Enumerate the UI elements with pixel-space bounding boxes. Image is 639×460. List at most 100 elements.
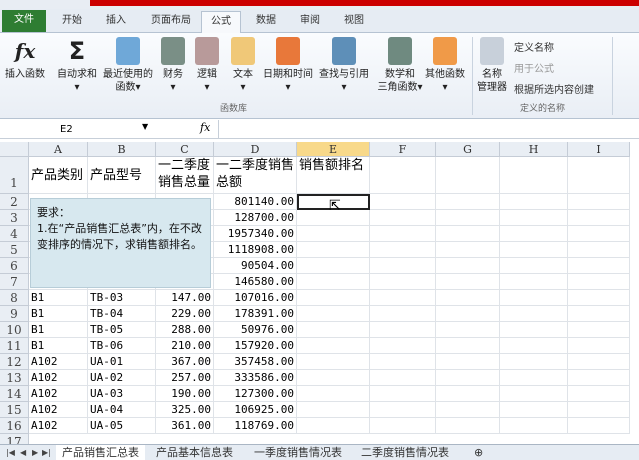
tab-page-layout[interactable]: 页面布局 <box>142 11 200 33</box>
cell[interactable] <box>436 274 500 290</box>
tab-file[interactable]: 文件 <box>2 10 46 32</box>
cell[interactable] <box>436 306 500 322</box>
cell[interactable]: 801140.00 <box>214 194 297 210</box>
cell[interactable]: 127300.00 <box>214 386 297 402</box>
column-header[interactable]: A <box>29 142 88 157</box>
cell[interactable] <box>370 290 436 306</box>
cell[interactable]: 50976.00 <box>214 322 297 338</box>
tab-data[interactable]: 数据 <box>248 11 284 33</box>
cell[interactable] <box>500 418 568 434</box>
cell[interactable]: B1 <box>29 338 88 354</box>
tab-view[interactable]: 视图 <box>336 11 372 33</box>
logical-button[interactable]: 逻辑 ▾ <box>192 37 222 94</box>
row-header[interactable]: 2 <box>0 194 29 210</box>
header-cell[interactable] <box>436 157 500 194</box>
cell[interactable] <box>568 242 630 258</box>
cell[interactable] <box>436 322 500 338</box>
cell[interactable]: 90504.00 <box>214 258 297 274</box>
cell[interactable] <box>370 402 436 418</box>
sheet-tab-product-info[interactable]: 产品基本信息表 <box>150 445 239 460</box>
cell[interactable] <box>370 242 436 258</box>
cell[interactable] <box>297 258 370 274</box>
cell[interactable] <box>436 354 500 370</box>
cell[interactable]: 288.00 <box>156 322 214 338</box>
cell[interactable] <box>500 226 568 242</box>
cell[interactable] <box>370 418 436 434</box>
cell[interactable]: 147.00 <box>156 290 214 306</box>
column-header[interactable]: H <box>500 142 568 157</box>
tab-formulas[interactable]: 公式 <box>201 11 241 34</box>
cell[interactable] <box>568 194 630 210</box>
cell[interactable] <box>370 354 436 370</box>
column-header[interactable]: B <box>88 142 156 157</box>
cell[interactable]: TB-03 <box>88 290 156 306</box>
cell[interactable]: 325.00 <box>156 402 214 418</box>
cell[interactable] <box>568 418 630 434</box>
row-header[interactable]: 1 <box>0 157 29 194</box>
last-sheet-icon[interactable]: ▶| <box>42 445 51 460</box>
text-button[interactable]: 文本 ▾ <box>228 37 258 94</box>
recent-functions-button[interactable]: 最近使用的 函数▾ <box>100 37 156 94</box>
row-header[interactable]: 5 <box>0 242 29 258</box>
column-header[interactable]: F <box>370 142 436 157</box>
cell[interactable]: 229.00 <box>156 306 214 322</box>
cell[interactable]: UA-04 <box>88 402 156 418</box>
column-header[interactable]: G <box>436 142 500 157</box>
cell[interactable]: UA-03 <box>88 386 156 402</box>
cell[interactable] <box>436 338 500 354</box>
row-header[interactable]: 14 <box>0 386 29 402</box>
prev-sheet-icon[interactable]: ◀ <box>20 445 26 460</box>
cell[interactable] <box>370 274 436 290</box>
name-manager-button[interactable]: 名称 管理器 <box>474 37 510 94</box>
cell[interactable] <box>370 194 436 210</box>
cell[interactable] <box>297 402 370 418</box>
cell[interactable] <box>568 386 630 402</box>
datetime-button[interactable]: 日期和时间 ▾ <box>260 37 316 94</box>
lookup-button[interactable]: 查找与引用 ▾ <box>316 37 372 94</box>
cell[interactable]: 118769.00 <box>214 418 297 434</box>
cell[interactable]: UA-05 <box>88 418 156 434</box>
cell[interactable]: A102 <box>29 386 88 402</box>
cell[interactable] <box>500 402 568 418</box>
header-cell[interactable]: 销售额排名 <box>297 157 370 194</box>
sheet-tab-summary[interactable]: 产品销售汇总表 <box>56 445 145 460</box>
cell[interactable]: 106925.00 <box>214 402 297 418</box>
cell[interactable] <box>568 306 630 322</box>
cell[interactable] <box>500 258 568 274</box>
cell[interactable] <box>436 226 500 242</box>
cell[interactable] <box>436 194 500 210</box>
header-cell[interactable]: 产品类别 <box>29 157 88 194</box>
cell[interactable] <box>297 290 370 306</box>
cell[interactable] <box>500 194 568 210</box>
cell[interactable]: TB-04 <box>88 306 156 322</box>
row-header[interactable]: 8 <box>0 290 29 306</box>
cell[interactable]: 257.00 <box>156 370 214 386</box>
cell[interactable] <box>436 290 500 306</box>
cell[interactable]: 367.00 <box>156 354 214 370</box>
cell[interactable] <box>370 210 436 226</box>
cell[interactable] <box>500 290 568 306</box>
cell[interactable] <box>297 306 370 322</box>
cell[interactable] <box>436 402 500 418</box>
cell[interactable] <box>568 210 630 226</box>
cell[interactable]: A102 <box>29 418 88 434</box>
row-header[interactable]: 12 <box>0 354 29 370</box>
cell[interactable]: A102 <box>29 402 88 418</box>
header-cell[interactable] <box>500 157 568 194</box>
cell[interactable]: 190.00 <box>156 386 214 402</box>
cell[interactable] <box>500 210 568 226</box>
cell[interactable]: TB-05 <box>88 322 156 338</box>
cell[interactable] <box>297 338 370 354</box>
sheet-tab-q1[interactable]: 一季度销售情况表 <box>248 445 348 460</box>
header-cell[interactable] <box>370 157 436 194</box>
cell[interactable] <box>568 274 630 290</box>
first-sheet-icon[interactable]: |◀ <box>6 445 15 460</box>
sheet-tab-q2[interactable]: 二季度销售情况表 <box>355 445 455 460</box>
cell[interactable] <box>500 306 568 322</box>
cell[interactable] <box>436 418 500 434</box>
cell[interactable] <box>568 226 630 242</box>
cell[interactable]: 210.00 <box>156 338 214 354</box>
cell[interactable] <box>436 258 500 274</box>
cell[interactable]: 357458.00 <box>214 354 297 370</box>
cell[interactable]: 178391.00 <box>214 306 297 322</box>
